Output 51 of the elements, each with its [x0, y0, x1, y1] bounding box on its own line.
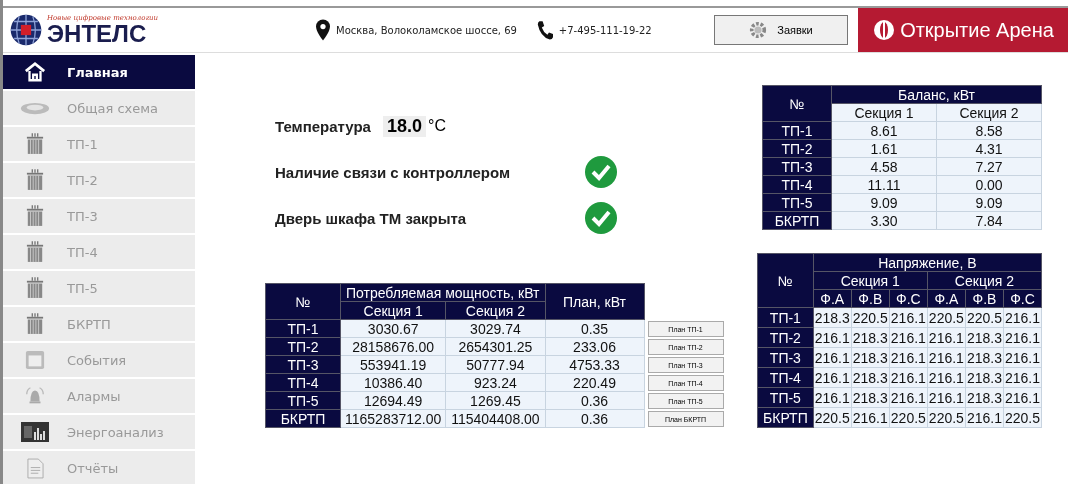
sidebar-item[interactable]: Общая схема — [3, 91, 195, 126]
table-header: № — [757, 253, 814, 308]
table-header: Напряжение, В — [813, 253, 1042, 272]
brand-name: Открытие Арена — [900, 18, 1054, 42]
sidebar-item[interactable]: Отчёты — [3, 451, 195, 484]
chart-icon — [21, 422, 49, 442]
transformer-icon — [26, 240, 44, 264]
gear-icon — [749, 21, 768, 39]
home-icon — [24, 61, 46, 83]
table-header: № — [762, 85, 832, 122]
ring-icon — [20, 100, 50, 116]
sidebar-item[interactable]: Алармы — [3, 379, 195, 414]
temperature-unit: °C — [428, 117, 446, 135]
temperature-value: 18.0 — [382, 115, 426, 137]
transformer-icon — [26, 132, 44, 156]
sidebar-item[interactable]: БКРТП — [3, 307, 195, 342]
sidebar-item[interactable]: Энергоанализ — [3, 415, 195, 450]
sidebar-item[interactable]: ТП-2 — [3, 163, 195, 198]
document-icon — [26, 457, 44, 479]
transformer-icon — [26, 204, 44, 228]
transformer-icon — [26, 168, 44, 192]
row-header: БКРТП — [757, 407, 814, 428]
row-header: ТП-4 — [757, 367, 814, 388]
temperature-label: Температура — [275, 117, 371, 135]
table-header: Потребляемая мощность, кВт — [340, 283, 546, 302]
table-header: План, кВт — [545, 283, 645, 320]
row-header: ТП-3 — [757, 347, 814, 368]
transformer-icon — [26, 312, 44, 336]
address-text: Москва, Волоколамское шоссе, 69 — [336, 24, 517, 36]
status-label: Дверь шкафа ТМ закрыта — [275, 209, 468, 227]
globe-logo-icon — [9, 13, 43, 47]
brand-logo-icon — [872, 18, 897, 42]
table-header: Баланс, кВт — [831, 85, 1042, 104]
phone-text: +7-495-111-19-22 — [558, 24, 652, 36]
sidebar-item[interactable]: Главная — [3, 55, 195, 90]
requests-button[interactable]: Заявки — [714, 15, 848, 45]
row-header: ТП-5 — [757, 387, 814, 408]
row-header: ТП-2 — [757, 327, 814, 348]
sidebar-item[interactable]: ТП-5 — [3, 271, 195, 306]
calendar-icon — [25, 350, 45, 370]
sidebar-item[interactable]: ТП-3 — [3, 199, 195, 234]
table-header: № — [265, 283, 341, 320]
sidebar-item[interactable]: ТП-1 — [3, 127, 195, 162]
phone-icon — [536, 20, 553, 40]
sidebar-item[interactable]: ТП-4 — [3, 235, 195, 270]
logo-name: ЭНТЕЛС — [47, 22, 148, 46]
row-header: ТП-1 — [757, 307, 814, 328]
transformer-icon — [26, 276, 44, 300]
location-pin-icon — [316, 19, 330, 41]
sidebar-item[interactable]: События — [3, 343, 195, 378]
status-label: Наличие связи с контроллером — [275, 163, 512, 181]
